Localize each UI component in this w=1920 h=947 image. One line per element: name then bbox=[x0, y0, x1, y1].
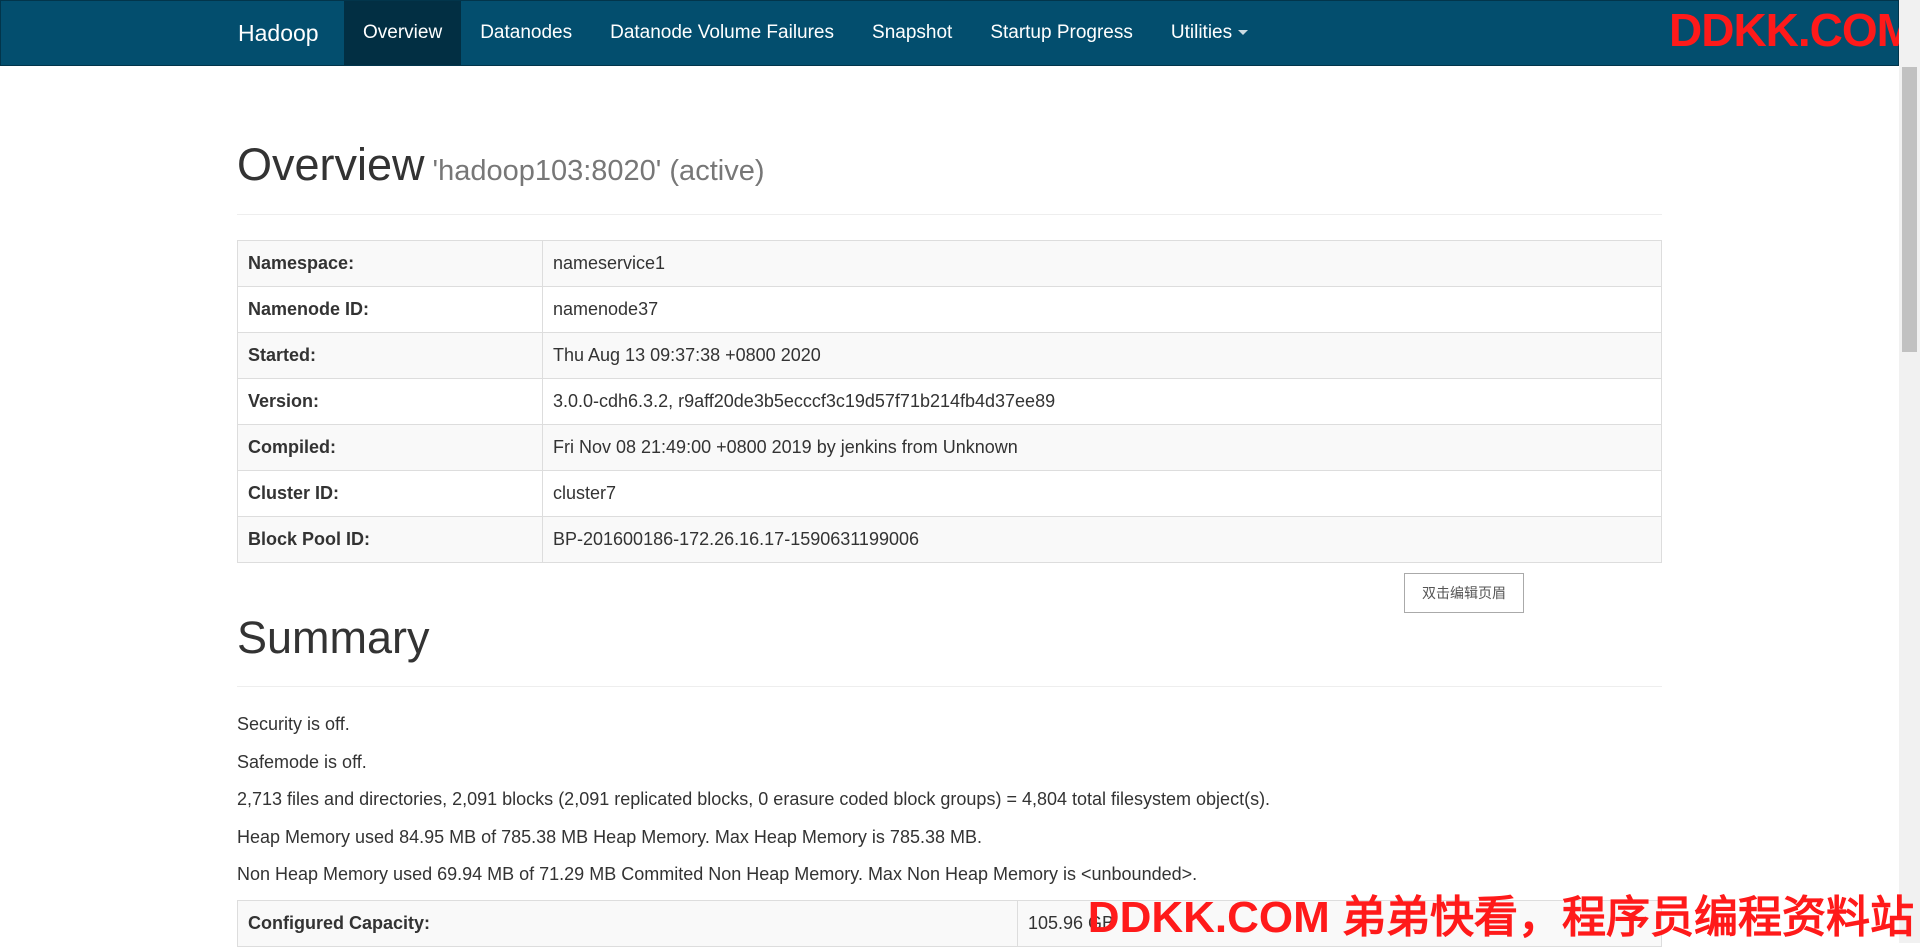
info-key: Compiled: bbox=[237, 424, 543, 471]
info-key: Block Pool ID: bbox=[237, 516, 543, 563]
table-row: Compiled: Fri Nov 08 21:49:00 +0800 2019… bbox=[237, 424, 1662, 471]
table-row: Started: Thu Aug 13 09:37:38 +0800 2020 bbox=[237, 332, 1662, 379]
info-value: cluster7 bbox=[542, 470, 1662, 517]
info-value: Fri Nov 08 21:49:00 +0800 2019 by jenkin… bbox=[542, 424, 1662, 471]
page-scrollbar[interactable] bbox=[1899, 0, 1920, 943]
summary-header: Summary bbox=[237, 608, 1662, 687]
table-row: Namespace: nameservice1 bbox=[237, 240, 1662, 287]
nav-menu: Overview Datanodes Datanode Volume Failu… bbox=[344, 1, 1267, 65]
summary-line: 2,713 files and directories, 2,091 block… bbox=[237, 789, 1271, 809]
watermark-bottom: DDKK.COM 弟弟快看，程序员编程资料站 bbox=[1087, 893, 1914, 942]
info-key: Namespace: bbox=[237, 240, 543, 287]
capacity-key: Configured Capacity: bbox=[237, 900, 1018, 947]
nav-item-datanode-volume-failures[interactable]: Datanode Volume Failures bbox=[591, 1, 853, 65]
brand-link[interactable]: Hadoop bbox=[238, 1, 319, 65]
info-value: BP-201600186-172.26.16.17-1590631199006 bbox=[542, 516, 1662, 563]
summary-line: Non Heap Memory used 69.94 MB of 71.29 M… bbox=[237, 864, 1198, 884]
table-row: Block Pool ID: BP-201600186-172.26.16.17… bbox=[237, 516, 1662, 563]
info-key: Namenode ID: bbox=[237, 286, 543, 333]
nav-item-startup-progress[interactable]: Startup Progress bbox=[971, 1, 1152, 65]
table-row: Namenode ID: namenode37 bbox=[237, 286, 1662, 333]
info-value: namenode37 bbox=[542, 286, 1662, 333]
page-title: Overview'hadoop103:8020' (active) bbox=[237, 135, 1662, 201]
table-row: Version: 3.0.0-cdh6.3.2, r9aff20de3b5ecc… bbox=[237, 378, 1662, 425]
nav-item-utilities[interactable]: Utilities bbox=[1152, 1, 1267, 65]
overview-info-table: Namespace: nameservice1 Namenode ID: nam… bbox=[237, 240, 1662, 563]
table-row: Cluster ID: cluster7 bbox=[237, 470, 1662, 517]
info-key: Cluster ID: bbox=[237, 470, 543, 517]
info-key: Version: bbox=[237, 378, 543, 425]
page-subtitle: 'hadoop103:8020' (active) bbox=[432, 155, 765, 187]
summary-line: Heap Memory used 84.95 MB of 785.38 MB H… bbox=[237, 826, 982, 847]
top-navbar: Hadoop Overview Datanodes Datanode Volum… bbox=[0, 0, 1899, 66]
nav-item-utilities-label: Utilities bbox=[1170, 22, 1233, 43]
overview-header: Overview'hadoop103:8020' (active) bbox=[237, 135, 1662, 215]
caret-down-icon bbox=[1238, 30, 1249, 36]
info-value: nameservice1 bbox=[542, 240, 1662, 287]
scrollbar-thumb[interactable] bbox=[1902, 67, 1917, 352]
page-title-text: Overview bbox=[237, 139, 425, 190]
summary-title: Summary bbox=[237, 612, 430, 663]
watermark-top: DDKK.COM bbox=[1669, 4, 1915, 56]
info-key: Started: bbox=[237, 332, 543, 379]
edit-header-button[interactable]: 双击编辑页眉 bbox=[1404, 573, 1524, 613]
nav-item-datanodes[interactable]: Datanodes bbox=[461, 1, 591, 65]
summary-line: Security is off. bbox=[237, 714, 350, 734]
summary-line: Safemode is off. bbox=[237, 751, 367, 772]
summary-lines: Security is off. Safemode is off. 2,713 … bbox=[237, 708, 1662, 896]
nav-item-overview[interactable]: Overview bbox=[344, 1, 462, 65]
info-value: Thu Aug 13 09:37:38 +0800 2020 bbox=[542, 332, 1662, 379]
nav-item-snapshot[interactable]: Snapshot bbox=[853, 1, 971, 65]
info-value: 3.0.0-cdh6.3.2, r9aff20de3b5ecccf3c19d57… bbox=[542, 378, 1662, 425]
